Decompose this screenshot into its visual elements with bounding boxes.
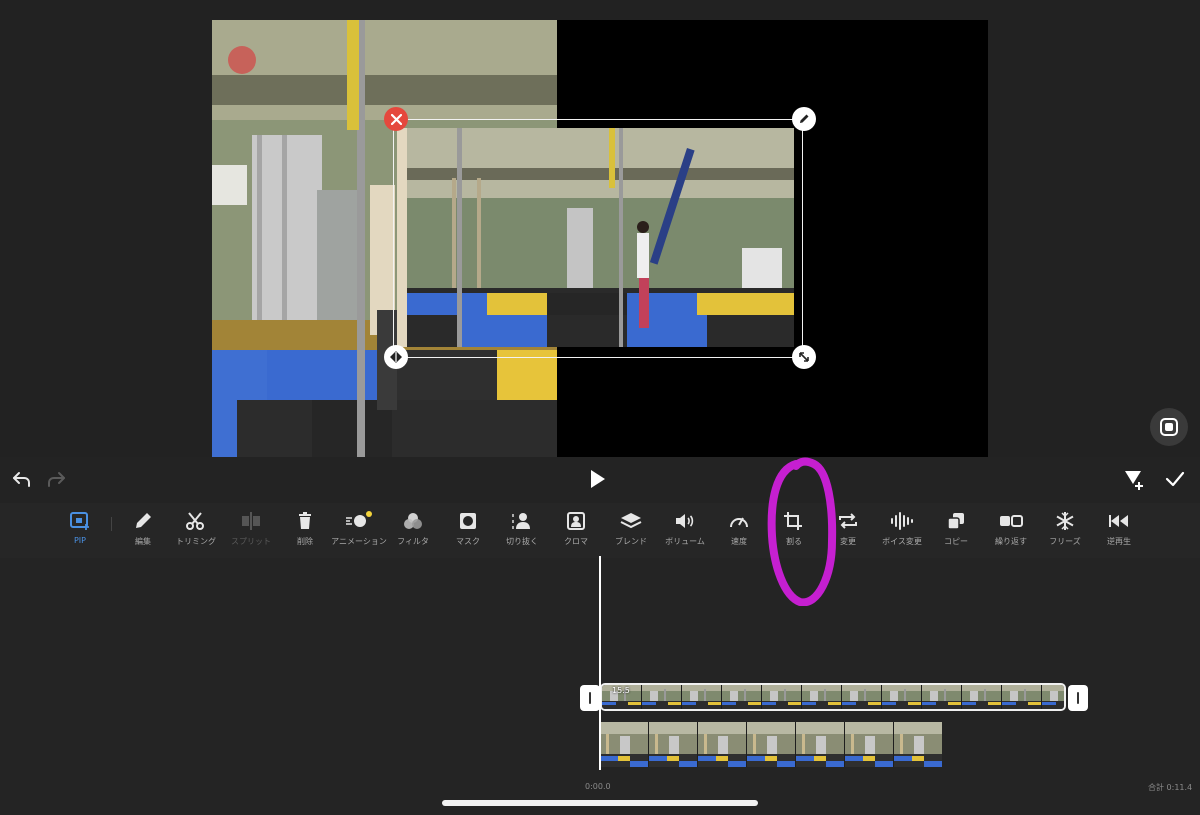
timeline-start-time: 0:00.0 [585, 782, 611, 791]
toolbar-divider [111, 517, 112, 531]
done-button[interactable] [1164, 468, 1188, 492]
pip-clip-track[interactable] [600, 722, 942, 767]
tool-reverse[interactable]: 逆再生 [1084, 503, 1154, 558]
tool-pip[interactable]: PIP [45, 503, 115, 558]
grip-icon [589, 692, 591, 704]
tool-label: トリミング [176, 537, 216, 546]
tool-label: 速度 [731, 537, 747, 546]
animation-icon [346, 511, 372, 527]
keyframe-add-icon [1125, 471, 1143, 490]
cutout-icon [512, 513, 530, 529]
flip-icon [390, 351, 402, 363]
tool-label: 削除 [297, 537, 313, 546]
pencil-icon [136, 513, 151, 528]
trash-icon [299, 512, 311, 529]
tool-label: コピー [944, 537, 968, 546]
tool-label: 編集 [135, 537, 151, 546]
checkmark-icon [1165, 471, 1185, 487]
close-icon [390, 113, 402, 125]
playhead[interactable] [599, 556, 601, 770]
redo-icon [48, 472, 65, 487]
trim-handle-left[interactable] [580, 685, 600, 711]
replace-icon [839, 513, 857, 529]
main-clip-track[interactable] [600, 683, 1066, 711]
tool-label: ブレンド [615, 537, 647, 546]
tool-label: フィルタ [397, 537, 429, 546]
pip-resize-button[interactable] [792, 345, 816, 369]
tool-label: スプリット [231, 537, 271, 546]
tool-label: マスク [456, 537, 480, 546]
repeat-icon [1000, 515, 1023, 527]
voice-change-icon [891, 512, 913, 530]
chroma-icon [567, 512, 585, 530]
fullscreen-icon [1160, 418, 1178, 436]
undo-button[interactable] [12, 470, 34, 490]
tool-label: PIP [73, 536, 86, 545]
pip-flip-button[interactable] [384, 345, 408, 369]
tool-label: 繰り返す [995, 537, 1027, 546]
redo-button[interactable] [46, 470, 68, 490]
filter-icon [404, 513, 422, 529]
tool-label: ボリューム [665, 537, 705, 546]
clip-duration-label: 15.5 [612, 686, 630, 695]
add-keyframe-button[interactable] [1122, 468, 1146, 492]
highlight-annotation [767, 457, 837, 606]
tool-label: 変更 [840, 537, 856, 546]
resize-icon [799, 352, 809, 362]
total-duration: 合計 0:11.4 [1148, 783, 1193, 792]
scissors-icon [186, 512, 204, 530]
trim-handle-right[interactable] [1068, 685, 1088, 711]
pip-icon [70, 512, 89, 530]
split-icon [242, 512, 260, 530]
pencil-icon [800, 114, 809, 123]
tool-label: フリーズ [1049, 537, 1081, 546]
speed-icon [730, 517, 748, 528]
tool-label: 逆再生 [1107, 537, 1131, 546]
volume-icon [676, 514, 694, 528]
play-icon [591, 470, 605, 488]
blend-icon [620, 513, 642, 529]
copy-icon [947, 513, 964, 530]
reverse-icon [1109, 515, 1128, 527]
pip-delete-button[interactable] [384, 107, 408, 131]
freeze-icon [1056, 512, 1074, 530]
tool-label: 切り抜く [506, 537, 538, 546]
play-button[interactable] [588, 468, 610, 490]
pip-edit-button[interactable] [792, 107, 816, 131]
grip-icon [1077, 692, 1079, 704]
edit-toolbar: PIP 編集 トリミング スプリット 削除 アニメーション フィルタ マスク 切… [0, 503, 1200, 558]
home-indicator[interactable] [442, 800, 758, 806]
undo-icon [13, 472, 30, 487]
fullscreen-button[interactable] [1150, 408, 1188, 446]
tool-label: クロマ [564, 537, 588, 546]
tool-label: ボイス変更 [882, 537, 922, 546]
pip-selection-frame[interactable] [393, 119, 803, 358]
mask-icon [460, 513, 476, 529]
video-canvas[interactable] [212, 20, 988, 457]
